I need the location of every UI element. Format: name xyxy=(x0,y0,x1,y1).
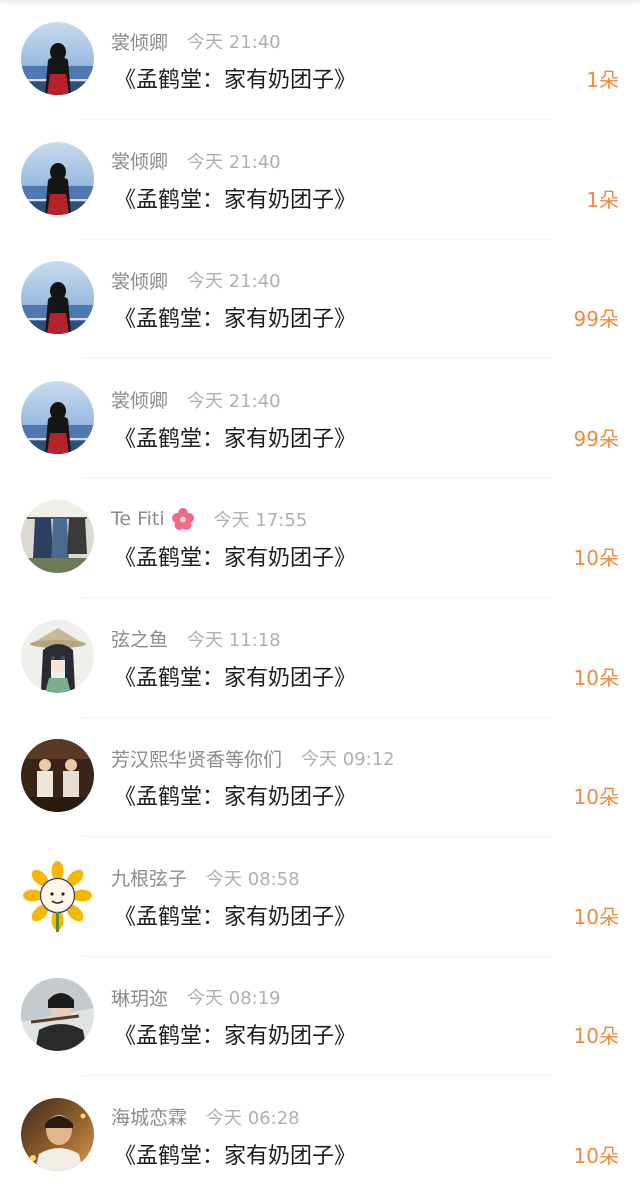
flower-count: 1朵 xyxy=(586,187,619,212)
avatar-seaside-girl-icon[interactable] xyxy=(21,22,94,95)
gift-row[interactable]: 九根弦子 今天 08:58 《孟鹤堂：家有奶团子》 10朵 xyxy=(0,837,640,957)
book-title[interactable]: 《孟鹤堂：家有奶团子》 xyxy=(114,421,356,453)
timestamp: 今天 21:40 xyxy=(187,151,281,173)
book-title[interactable]: 《孟鹤堂：家有奶团子》 xyxy=(114,301,356,333)
book-title[interactable]: 《孟鹤堂：家有奶团子》 xyxy=(114,660,356,692)
row-meta: 裳倾卿 今天 21:40 xyxy=(111,267,281,293)
row-meta: 海城恋霖 今天 06:28 xyxy=(111,1104,300,1130)
gift-row[interactable]: 裳倾卿 今天 21:40 《孟鹤堂：家有奶团子》 99朵 xyxy=(0,239,640,359)
book-title[interactable]: 《孟鹤堂：家有奶团子》 xyxy=(114,779,356,811)
avatar-stage-performers-icon[interactable] xyxy=(21,739,94,812)
row-meta: 琳玥迩 今天 08:19 xyxy=(111,984,281,1010)
gift-row[interactable]: 芳汉熙华贤香等你们 今天 09:12 《孟鹤堂：家有奶团子》 10朵 xyxy=(0,717,640,837)
timestamp: 今天 09:12 xyxy=(301,749,395,770)
username[interactable]: 芳汉熙华贤香等你们 xyxy=(111,745,282,772)
username[interactable]: 琳玥迩 xyxy=(111,984,168,1011)
username[interactable]: 海城恋霖 xyxy=(111,1103,187,1130)
avatar-clothes-rack-icon[interactable] xyxy=(21,500,94,573)
username[interactable]: 裳倾卿 xyxy=(111,28,168,55)
gift-row[interactable]: 弦之鱼 今天 11:18 《孟鹤堂：家有奶团子》 10朵 xyxy=(0,598,640,718)
flower-count: 99朵 xyxy=(573,307,619,331)
book-title[interactable]: 《孟鹤堂：家有奶团子》 xyxy=(114,540,356,572)
flower-count: 10朵 xyxy=(573,665,619,690)
row-meta: 裳倾卿 今天 21:40 xyxy=(111,148,281,174)
username[interactable]: 九根弦子 xyxy=(111,864,187,891)
row-meta: 芳汉熙华贤香等你们 今天 09:12 xyxy=(111,745,395,771)
avatar-portrait-warm-icon[interactable] xyxy=(21,1097,94,1171)
timestamp: 今天 06:28 xyxy=(206,1107,300,1129)
gift-row[interactable]: 海城恋霖 今天 06:28 《孟鹤堂：家有奶团子》 10朵 xyxy=(0,1076,640,1195)
timestamp: 今天 21:40 xyxy=(187,32,281,53)
username[interactable]: 裳倾卿 xyxy=(111,147,168,174)
timestamp: 今天 08:19 xyxy=(187,988,281,1009)
avatar-anime-girl-hat-icon[interactable] xyxy=(21,619,94,693)
gift-row[interactable]: 裳倾卿 今天 21:40 《孟鹤堂：家有奶团子》 99朵 xyxy=(0,359,640,479)
flower-count: 10朵 xyxy=(573,904,619,929)
book-title[interactable]: 《孟鹤堂：家有奶团子》 xyxy=(114,1018,356,1050)
username[interactable]: 裳倾卿 xyxy=(111,267,168,294)
row-meta: 九根弦子 今天 08:58 xyxy=(111,865,300,891)
flower-count: 99朵 xyxy=(573,426,619,451)
row-meta: 裳倾卿 今天 21:40 xyxy=(111,28,281,54)
flower-count: 1朵 xyxy=(586,68,619,92)
username[interactable]: 弦之鱼 xyxy=(111,625,168,652)
flower-count: 10朵 xyxy=(573,1024,619,1048)
flower-count: 10朵 xyxy=(573,785,619,809)
avatar-seaside-girl-icon[interactable] xyxy=(21,261,94,334)
avatar-seaside-girl-icon[interactable] xyxy=(21,141,94,215)
username[interactable]: 裳倾卿 xyxy=(111,386,168,413)
timestamp: 今天 21:40 xyxy=(187,271,281,292)
flower-count: 10朵 xyxy=(573,1143,619,1168)
row-meta: 弦之鱼 今天 11:18 xyxy=(111,626,281,652)
avatar-sunflower-face-icon[interactable] xyxy=(21,858,94,932)
username[interactable]: Te Fiti xyxy=(111,508,165,530)
book-title[interactable]: 《孟鹤堂：家有奶团子》 xyxy=(114,899,356,931)
book-title[interactable]: 《孟鹤堂：家有奶团子》 xyxy=(114,62,356,94)
pink-flower-icon xyxy=(171,507,195,531)
gift-row[interactable]: 琳玥迩 今天 08:19 《孟鹤堂：家有奶团子》 10朵 xyxy=(0,956,640,1076)
flower-count: 10朵 xyxy=(573,546,619,570)
row-meta: 裳倾卿 今天 21:40 xyxy=(111,387,281,413)
book-title[interactable]: 《孟鹤堂：家有奶团子》 xyxy=(114,182,356,214)
timestamp: 今天 17:55 xyxy=(213,510,308,531)
timestamp: 今天 08:58 xyxy=(206,868,300,890)
book-title[interactable]: 《孟鹤堂：家有奶团子》 xyxy=(114,1138,356,1170)
gift-row[interactable]: 裳倾卿 今天 21:40 《孟鹤堂：家有奶团子》 1朵 xyxy=(0,120,640,240)
gift-row[interactable]: 裳倾卿 今天 21:40 《孟鹤堂：家有奶团子》 1朵 xyxy=(0,0,640,120)
row-meta: Te Fiti 今天 17:55 xyxy=(111,506,307,532)
timestamp: 今天 21:40 xyxy=(187,390,281,412)
timestamp: 今天 11:18 xyxy=(187,629,281,651)
avatar-flute-player-icon[interactable] xyxy=(21,978,94,1051)
avatar-seaside-girl-icon[interactable] xyxy=(21,380,94,454)
gift-row[interactable]: Te Fiti 今天 17:55 《孟鹤堂：家有奶团子》 10朵 xyxy=(0,478,640,598)
